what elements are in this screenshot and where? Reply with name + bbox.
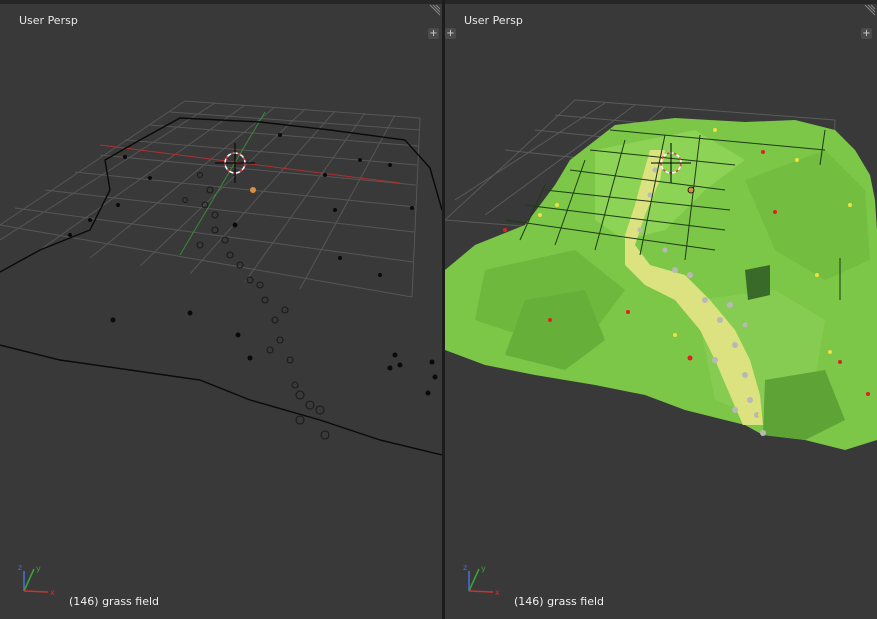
viewport-status: (146) grass field bbox=[69, 595, 160, 608]
plus-icon[interactable]: + bbox=[428, 28, 439, 39]
area-split-corner-icon[interactable] bbox=[428, 3, 442, 17]
area-split-corner-icon[interactable] bbox=[863, 3, 877, 17]
viewport-title: User Persp bbox=[19, 14, 78, 27]
plus-icon[interactable]: + bbox=[445, 28, 456, 39]
gizmo-y-label: y bbox=[36, 564, 41, 573]
gizmo-y-label: y bbox=[481, 564, 486, 573]
gizmo-z-label: z bbox=[18, 563, 22, 572]
viewport-status: (146) grass field bbox=[514, 595, 605, 608]
y-axis-line bbox=[179, 111, 266, 256]
viewport-left[interactable]: User Persp + y z x (146) grass field bbox=[0, 0, 442, 619]
gizmo-x-label: x bbox=[495, 588, 500, 597]
axis-gizmo: y z x bbox=[463, 563, 500, 597]
wireframe-scene[interactable] bbox=[0, 0, 442, 619]
3d-cursor-icon[interactable] bbox=[215, 143, 255, 183]
solid-scene[interactable] bbox=[445, 0, 877, 619]
terrain-outline-top bbox=[0, 117, 442, 273]
terrain-outline-bottom bbox=[0, 344, 442, 456]
plus-icon[interactable]: + bbox=[861, 28, 872, 39]
lamp-object[interactable] bbox=[250, 187, 256, 193]
stone-objects bbox=[181, 171, 330, 440]
gizmo-x-label: x bbox=[50, 588, 55, 597]
axis-gizmo: y z x bbox=[18, 563, 55, 597]
gizmo-z-label: z bbox=[463, 563, 467, 572]
viewport-title: User Persp bbox=[464, 14, 523, 27]
lamp-object[interactable] bbox=[687, 186, 695, 194]
flower-objects bbox=[68, 133, 438, 396]
floor-grid bbox=[0, 100, 421, 298]
viewport-right[interactable]: + User Persp + y z x (146) grass field bbox=[445, 0, 877, 619]
